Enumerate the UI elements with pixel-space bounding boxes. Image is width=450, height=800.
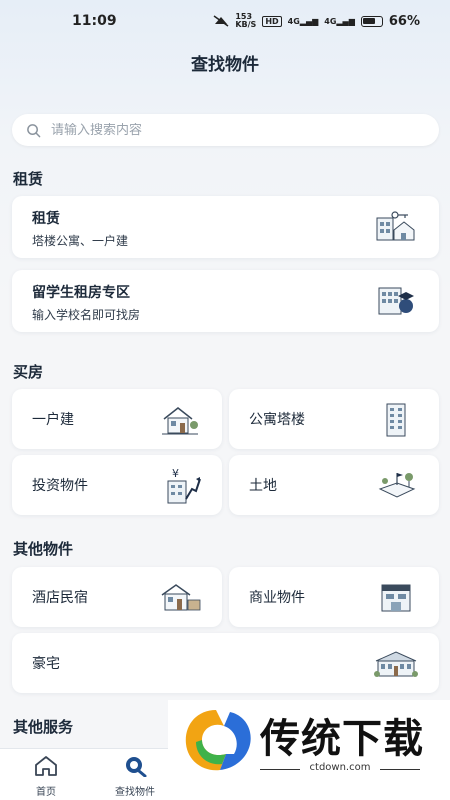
student-building-icon <box>378 287 414 315</box>
tab-search-label: 查找物件 <box>115 787 155 798</box>
battery-icon <box>360 15 383 27</box>
mute-icon <box>213 15 229 27</box>
hd-icon: HD <box>262 15 282 27</box>
bottom-tab-bar: 首页 查找物件 <box>0 748 175 800</box>
student-rent-card-title: 留学生租房专区 <box>32 285 130 301</box>
other-item-label: 商业物件 <box>249 590 305 606</box>
rent-card[interactable]: 租赁 塔楼公寓、一户建 <box>12 196 439 258</box>
other-item-hotel[interactable]: 酒店民宿 <box>12 567 222 627</box>
rent-card-subtitle: 塔楼公寓、一户建 <box>32 234 129 248</box>
watermark-url: ctdown.com <box>309 762 371 773</box>
search-tab-icon <box>126 757 147 778</box>
page-title: 查找物件 <box>191 55 259 75</box>
student-rent-card[interactable]: 留学生租房专区 输入学校名即可找房 <box>12 270 439 332</box>
section-title-rent: 租赁 <box>13 170 44 188</box>
other-item-label: 豪宅 <box>32 656 60 672</box>
buy-item-detached-house[interactable]: 一户建 <box>12 389 222 449</box>
buy-item-label: 一户建 <box>32 412 74 428</box>
detached-house-icon <box>162 407 198 435</box>
net-speed: 153 KB/S <box>235 12 257 29</box>
buy-item-label: 土地 <box>249 478 277 494</box>
status-bar: 11:09 153 KB/S HD 4G▂▄▆ 4G▂▄▆ 66% <box>0 0 450 44</box>
section-title-buy: 买房 <box>13 363 44 381</box>
watermark-logo-icon <box>185 710 251 771</box>
tab-search[interactable]: 查找物件 <box>95 755 175 798</box>
svg-text:¥: ¥ <box>172 467 179 480</box>
land-plot-icon <box>378 473 416 498</box>
search-bar[interactable] <box>12 114 439 146</box>
battery-percent: 66% <box>388 13 420 29</box>
buy-item-investment[interactable]: 投资物件 ¥ <box>12 455 222 515</box>
search-input[interactable] <box>51 122 391 138</box>
buy-item-apartment-tower[interactable]: 公寓塔楼 <box>229 389 439 449</box>
commercial-building-icon <box>381 584 411 612</box>
buy-item-label: 投资物件 <box>32 478 88 494</box>
other-item-commercial[interactable]: 商业物件 <box>229 567 439 627</box>
buy-item-land[interactable]: 土地 <box>229 455 439 515</box>
signal-icon-2: 4G▂▄▆ <box>324 16 355 26</box>
search-icon <box>27 123 41 137</box>
status-time: 11:09 <box>72 13 117 29</box>
house-key-icon <box>376 211 415 241</box>
investment-building-icon: ¥ <box>167 467 201 504</box>
rent-card-title: 租赁 <box>32 211 60 227</box>
apartment-tower-icon <box>386 403 406 437</box>
signal-icon-1: 4G▂▄▆ <box>287 16 319 26</box>
tab-home-label: 首页 <box>36 787 56 798</box>
status-icons: 153 KB/S HD 4G▂▄▆ 4G▂▄▆ 66% <box>213 13 420 29</box>
buy-item-label: 公寓塔楼 <box>249 412 305 428</box>
other-item-mansion[interactable]: 豪宅 <box>12 633 439 693</box>
other-item-label: 酒店民宿 <box>32 590 88 606</box>
hotel-icon <box>161 584 201 611</box>
home-icon <box>35 756 57 776</box>
watermark: 传统下载 ctdown.com <box>168 700 450 800</box>
tab-home[interactable]: 首页 <box>6 755 86 798</box>
section-title-services: 其他服务 <box>13 718 74 736</box>
student-rent-card-subtitle: 输入学校名即可找房 <box>32 308 141 322</box>
watermark-text: 传统下载 <box>260 716 424 762</box>
watermark-divider-right <box>380 769 420 770</box>
mansion-icon <box>374 651 418 677</box>
section-title-other: 其他物件 <box>13 540 74 558</box>
